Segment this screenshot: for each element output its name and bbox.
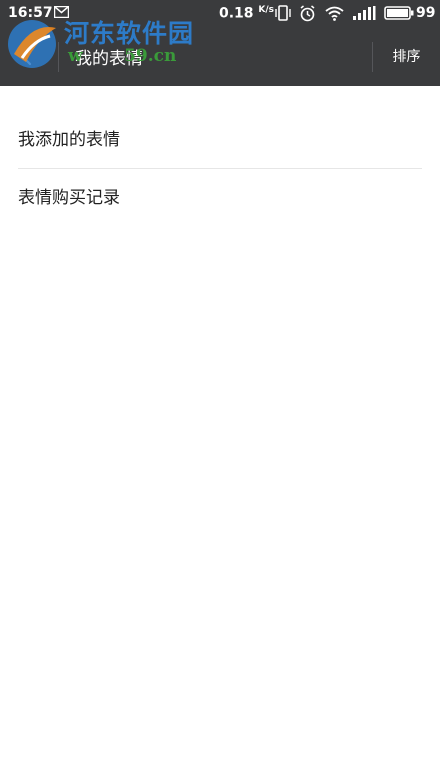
sort-button[interactable]: 排序 [373, 28, 440, 86]
wifi-icon [325, 6, 344, 21]
alarm-icon [300, 5, 315, 22]
menu-item-label: 我添加的表情 [18, 130, 120, 150]
menu-item-purchase-history[interactable]: 表情购买记录 [0, 169, 440, 227]
watermark-logo [8, 20, 56, 68]
menu-item-added-stickers[interactable]: 我添加的表情 [0, 111, 440, 169]
menu-item-label: 表情购买记录 [18, 188, 120, 208]
battery-icon [384, 6, 414, 20]
watermark-url: w 59.cn [68, 46, 177, 66]
menu-list: 我添加的表情 表情购买记录 [0, 86, 440, 227]
vibrate-icon [275, 5, 291, 21]
watermark-name: 河东软件园 [64, 19, 195, 48]
battery-level: 99 [416, 5, 436, 21]
signal-icon [353, 6, 376, 20]
network-speed: 0.18 K/s [219, 5, 275, 22]
